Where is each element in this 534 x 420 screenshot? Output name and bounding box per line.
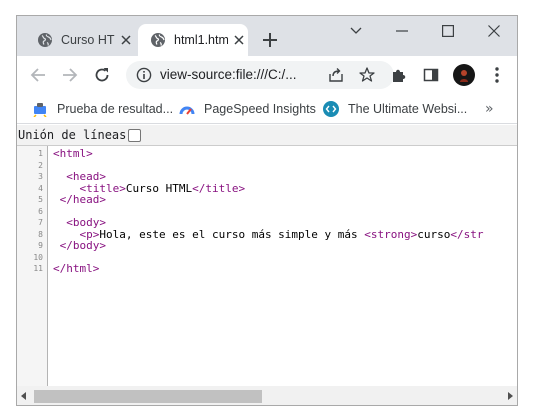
close-window-button[interactable] bbox=[471, 16, 517, 46]
close-icon bbox=[488, 25, 500, 37]
bookmark-prueba[interactable]: Prueba de resultad... bbox=[32, 100, 173, 118]
tab-html1[interactable]: html1.htm bbox=[138, 24, 248, 56]
more-vert-icon bbox=[495, 67, 499, 83]
bookmark-ultimate-website[interactable]: The Ultimate Websi... bbox=[323, 100, 467, 118]
scroll-right-arrow-icon[interactable] bbox=[508, 392, 513, 400]
bookmark-label: Prueba de resultad... bbox=[57, 102, 174, 116]
more-bookmarks-button[interactable]: » bbox=[485, 101, 499, 117]
plus-icon bbox=[263, 33, 277, 47]
info-icon[interactable] bbox=[136, 67, 152, 83]
line-number: 11 bbox=[33, 264, 43, 273]
line-number: 6 bbox=[38, 206, 43, 216]
code-circle-icon bbox=[323, 101, 339, 117]
bookmark-pagespeed[interactable]: PageSpeed Insights bbox=[179, 100, 316, 118]
address-bar[interactable]: view-source:file:///C:/... bbox=[126, 61, 394, 89]
source-line: 9 </body> bbox=[17, 240, 517, 252]
line-wrap-label: Unión de líneas bbox=[18, 128, 127, 142]
line-number: 7 bbox=[38, 218, 43, 227]
close-tab-icon[interactable] bbox=[232, 33, 246, 47]
line-content: </head> bbox=[53, 194, 106, 206]
avatar-icon bbox=[460, 70, 468, 82]
horizontal-scrollbar[interactable] bbox=[17, 386, 517, 405]
google-search-console-icon bbox=[33, 103, 47, 117]
tab-search-button[interactable] bbox=[333, 16, 379, 46]
maximize-icon bbox=[442, 25, 454, 37]
side-panel-icon bbox=[423, 68, 439, 82]
puzzle-icon bbox=[393, 69, 406, 82]
html-tag-token: </title> bbox=[192, 181, 246, 195]
line-number: 1 bbox=[38, 149, 43, 158]
bookmark-label: PageSpeed Insights bbox=[204, 102, 316, 116]
globe-icon bbox=[151, 33, 165, 47]
html-tag-token: <html> bbox=[53, 147, 93, 160]
bookmarks-bar: Prueba de resultad... PageSpeed Insights… bbox=[17, 94, 517, 124]
tab-title: html1.htm bbox=[174, 33, 228, 47]
scroll-left-arrow-icon[interactable] bbox=[21, 392, 26, 400]
line-wrap-checkbox[interactable] bbox=[128, 128, 142, 142]
text-token: Hola, este es el curso más simple y más bbox=[99, 227, 365, 241]
tab-curso-html[interactable]: Curso HTML bbox=[25, 24, 135, 56]
bookmark-label: The Ultimate Websi... bbox=[348, 102, 468, 116]
line-wrap-toggle[interactable]: Unión de líneas bbox=[17, 125, 517, 146]
close-tab-icon[interactable] bbox=[119, 33, 133, 47]
side-panel-button[interactable] bbox=[421, 65, 441, 85]
minimize-icon bbox=[396, 30, 408, 32]
reload-icon bbox=[95, 68, 109, 82]
text-token: curso bbox=[417, 227, 451, 241]
reload-button[interactable] bbox=[92, 65, 112, 85]
line-number: 3 bbox=[38, 172, 43, 181]
profile-avatar[interactable] bbox=[453, 64, 475, 86]
line-number: 5 bbox=[38, 195, 43, 204]
html-tag-token: </head> bbox=[59, 193, 106, 206]
globe-icon bbox=[38, 33, 52, 47]
new-tab-button[interactable] bbox=[260, 30, 280, 50]
chevron-down-icon bbox=[350, 27, 362, 34]
arrow-right-icon bbox=[63, 68, 78, 82]
forward-button[interactable] bbox=[60, 65, 80, 85]
extensions-button[interactable] bbox=[389, 65, 409, 85]
line-content: </body> bbox=[53, 240, 106, 252]
toolbar: view-source:file:///C:/... bbox=[17, 56, 517, 94]
html-tag-token: <strong> bbox=[364, 227, 418, 241]
minimize-button[interactable] bbox=[379, 16, 425, 46]
line-number: 10 bbox=[33, 252, 43, 262]
html-tag-token: </html> bbox=[53, 262, 100, 275]
browser-window: Curso HTML html1.htm bbox=[16, 15, 518, 406]
line-number: 4 bbox=[38, 183, 43, 193]
line-number: 2 bbox=[38, 160, 43, 170]
line-content: </html> bbox=[53, 263, 99, 275]
html-tag-token: </body> bbox=[59, 239, 106, 252]
tab-strip: Curso HTML html1.htm bbox=[17, 16, 517, 56]
text-token: Curso HTML bbox=[125, 181, 193, 195]
source-line: 1 <html> bbox=[17, 148, 517, 160]
arrow-left-icon bbox=[30, 68, 45, 82]
view-source-content: Unión de líneas 1 <html> 2 3 <head> 4 <title… bbox=[17, 125, 517, 405]
source-line: 11 </html> bbox=[17, 263, 517, 275]
maximize-button[interactable] bbox=[425, 16, 471, 46]
line-content: <html> bbox=[53, 148, 93, 160]
pagespeed-icon bbox=[179, 106, 195, 115]
tab-title: Curso HTML bbox=[61, 33, 115, 47]
line-content: <p>Hola, este es el curso más simple y m… bbox=[53, 227, 484, 241]
chevron-double-right-icon: » bbox=[485, 101, 494, 117]
source-code: 1 <html> 2 3 <head> 4 <title>Curso HTML</tit… bbox=[17, 148, 517, 275]
scrollbar-thumb[interactable] bbox=[34, 390, 262, 403]
line-number: 8 bbox=[38, 229, 43, 239]
line-number: 9 bbox=[38, 241, 43, 250]
source-line: 5 </head> bbox=[17, 194, 517, 206]
star-icon[interactable] bbox=[358, 66, 376, 84]
url-text[interactable]: view-source:file:///C:/... bbox=[160, 67, 297, 82]
menu-button[interactable] bbox=[487, 65, 507, 85]
html-tag-token: </str bbox=[450, 227, 484, 241]
back-button[interactable] bbox=[28, 65, 48, 85]
share-icon[interactable] bbox=[327, 66, 345, 84]
